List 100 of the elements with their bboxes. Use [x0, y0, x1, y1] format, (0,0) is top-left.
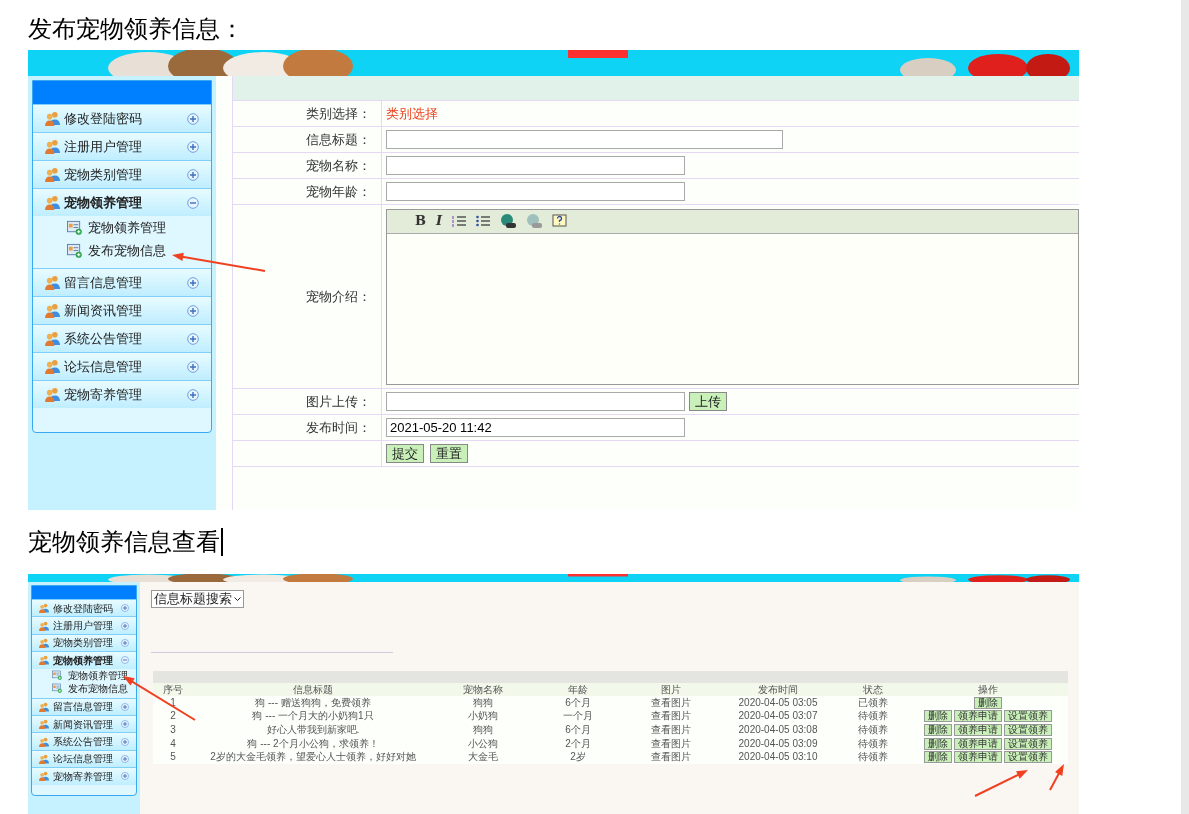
expand-icon[interactable]: [121, 621, 129, 630]
menu-item[interactable]: 宠物类别管理: [33, 160, 211, 188]
document-heading: 发布宠物领养信息：: [28, 14, 244, 45]
expand-icon[interactable]: [187, 304, 199, 317]
users-icon: [45, 139, 60, 154]
expand-icon[interactable]: [187, 332, 199, 345]
menu-item[interactable]: 系统公告管理: [32, 732, 136, 750]
rich-text-editor[interactable]: B I: [386, 208, 1079, 385]
menu-item[interactable]: 修改登陆密码: [33, 104, 211, 132]
table-cell[interactable]: 查看图片: [650, 725, 691, 735]
users-icon: [39, 603, 49, 614]
expand-icon[interactable]: [187, 276, 199, 289]
menu-item[interactable]: 宠物领养管理: [32, 651, 136, 669]
unlink-globe-icon[interactable]: [526, 213, 543, 229]
expand-icon[interactable]: [121, 702, 129, 711]
action-button[interactable]: 领养申请: [954, 751, 1002, 764]
text-field[interactable]: [386, 156, 685, 175]
expand-icon[interactable]: [121, 754, 129, 763]
category-link[interactable]: 类别选择: [386, 103, 438, 124]
users-icon: [45, 359, 60, 374]
table-cell: 2个月: [565, 738, 591, 749]
users-icon: [39, 736, 49, 747]
action-button[interactable]: 设置领养: [1004, 724, 1052, 736]
table-cell: 3: [170, 725, 176, 735]
chevron-down-icon: [234, 596, 241, 602]
menu-item[interactable]: 论坛信息管理: [33, 352, 211, 380]
annotation-arrow: [974, 770, 1028, 797]
table-cell: 大金毛: [468, 752, 498, 763]
submenu-item[interactable]: 宠物领养管理: [33, 216, 211, 239]
action-button[interactable]: 删除: [924, 724, 952, 736]
table-cell[interactable]: 查看图片: [650, 752, 691, 763]
table-cell: 已领养: [858, 697, 888, 708]
table-cell: 2岁: [570, 752, 586, 763]
users-icon: [39, 701, 49, 712]
help-icon[interactable]: [552, 213, 568, 229]
expand-icon[interactable]: [121, 737, 129, 746]
table-cell: 狗 --- 一个月大的小奶狗1只: [252, 711, 374, 722]
menu-item[interactable]: 注册用户管理: [33, 132, 211, 160]
menu-item[interactable]: 宠物领养管理: [33, 188, 211, 216]
submit-button[interactable]: 提交: [386, 444, 424, 463]
field-label: 宠物介绍：: [306, 287, 371, 306]
table-cell[interactable]: 查看图片: [650, 738, 691, 749]
action-button[interactable]: 删除: [974, 696, 1002, 709]
menu-item[interactable]: 修改登陆密码: [32, 599, 136, 617]
expand-icon[interactable]: [121, 720, 129, 729]
expand-icon[interactable]: [121, 604, 129, 613]
action-button[interactable]: 领养申请: [954, 737, 1002, 750]
action-button[interactable]: 删除: [924, 737, 952, 750]
submenu-item[interactable]: 发布宠物信息: [32, 681, 136, 695]
users-icon: [45, 387, 60, 402]
document-heading: 宠物领养信息查看: [28, 527, 220, 558]
table-cell[interactable]: 查看图片: [650, 697, 691, 708]
users-icon: [45, 111, 60, 126]
action-button[interactable]: 领养申请: [954, 710, 1002, 723]
text-field[interactable]: [386, 392, 685, 411]
menu-item[interactable]: 新闻资讯管理: [33, 296, 211, 324]
expand-icon[interactable]: [121, 772, 129, 781]
menu-item[interactable]: 留言信息管理: [33, 268, 211, 296]
action-button[interactable]: 删除: [924, 751, 952, 764]
collapse-icon[interactable]: [121, 656, 129, 665]
column-header: 宠物名称: [463, 684, 503, 695]
table-cell: 6个月: [565, 725, 591, 735]
collapse-icon[interactable]: [187, 196, 199, 209]
action-button[interactable]: 设置领养: [1004, 737, 1052, 750]
text-field[interactable]: 2021-05-20 11:42: [386, 418, 685, 437]
action-button[interactable]: 设置领养: [1004, 710, 1052, 723]
expand-icon[interactable]: [187, 388, 199, 401]
submenu-item[interactable]: 发布宠物信息: [33, 239, 211, 262]
column-header: 状态: [863, 684, 883, 695]
link-globe-icon[interactable]: [500, 213, 517, 229]
table-cell: 小奶狗: [468, 711, 498, 722]
action-button[interactable]: 删除: [924, 710, 952, 723]
numbered-list-icon[interactable]: [452, 214, 467, 228]
bold-button[interactable]: B: [415, 211, 426, 231]
upload-button[interactable]: 上传: [689, 392, 727, 411]
expand-icon[interactable]: [187, 140, 199, 153]
menu-item[interactable]: 系统公告管理: [33, 324, 211, 352]
text-field[interactable]: [386, 130, 783, 149]
expand-icon[interactable]: [121, 638, 129, 647]
expand-icon[interactable]: [187, 168, 199, 181]
field-label: 发布时间：: [306, 418, 371, 437]
menu-item[interactable]: 注册用户管理: [32, 616, 136, 634]
italic-button[interactable]: I: [436, 211, 443, 231]
table-cell[interactable]: 查看图片: [650, 711, 691, 722]
menu-item[interactable]: 宠物寄养管理: [32, 767, 136, 785]
reset-button[interactable]: 重置: [430, 444, 468, 463]
expand-icon[interactable]: [187, 360, 199, 373]
column-header: 图片: [660, 684, 681, 695]
table-cell: 2岁的大金毛领养，望爱心人士领养，好好对她: [210, 752, 416, 763]
table-cell: 一个月: [563, 711, 593, 722]
action-button[interactable]: 设置领养: [1004, 751, 1052, 764]
bullet-list-icon[interactable]: [476, 214, 491, 228]
expand-icon[interactable]: [187, 112, 199, 125]
search-select[interactable]: 信息标题搜索: [151, 590, 244, 608]
action-button[interactable]: 领养申请: [954, 724, 1002, 736]
column-header: 操作: [978, 684, 998, 695]
users-icon: [39, 719, 49, 730]
text-field[interactable]: [386, 182, 685, 201]
menu-item[interactable]: 留言信息管理: [32, 697, 136, 715]
menu-item[interactable]: 宠物寄养管理: [33, 380, 211, 408]
